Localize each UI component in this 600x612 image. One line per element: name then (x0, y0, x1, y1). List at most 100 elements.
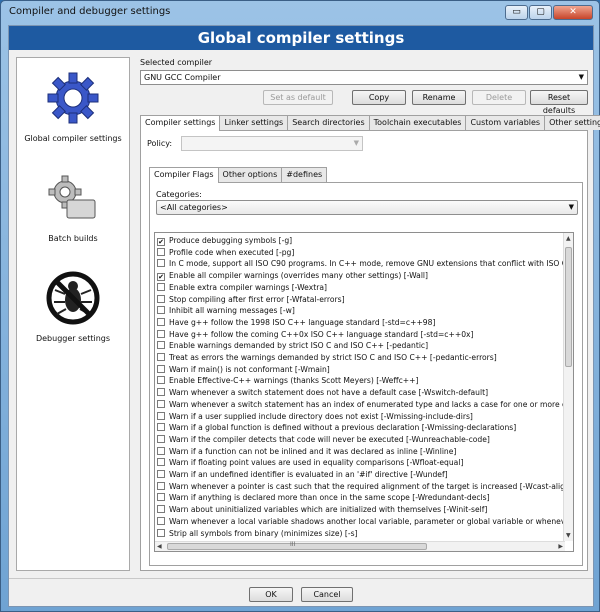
no-bug-icon (46, 271, 100, 325)
flag-row[interactable]: Have g++ follow the coming C++0x ISO C++… (155, 329, 474, 340)
reset-defaults-button[interactable]: Reset defaults (530, 90, 588, 115)
flag-checkbox[interactable] (157, 317, 165, 326)
flag-label: Strip all symbols from binary (minimizes… (169, 528, 358, 538)
flag-row[interactable]: Inhibit all warning messages [-w] (155, 305, 295, 316)
selected-compiler-label: Selected compiler (140, 58, 213, 67)
flag-label: Warn whenever a pointer is cast such tha… (169, 481, 573, 491)
flag-row[interactable]: Have g++ follow the 1998 ISO C++ languag… (155, 317, 435, 328)
tab-defines[interactable]: #defines (281, 167, 328, 182)
flag-row[interactable]: Enable Effective-C++ warnings (thanks Sc… (155, 375, 418, 386)
flag-row[interactable]: Warn whenever a pointer is cast such tha… (155, 481, 573, 492)
flag-row[interactable]: Warn if a function can not be inlined an… (155, 446, 456, 457)
flag-row[interactable]: Warn if a user supplied include director… (155, 411, 473, 422)
set-as-default-button[interactable]: Set as default (263, 90, 333, 105)
flag-row[interactable]: Warn if main() is not conformant [-Wmain… (155, 364, 330, 375)
flag-label: Enable Effective-C++ warnings (thanks Sc… (169, 376, 419, 386)
close-button[interactable]: ✕ (553, 5, 593, 20)
flag-checkbox[interactable] (157, 364, 165, 373)
flag-row[interactable]: Warn if an undefined identifier is evalu… (155, 469, 448, 480)
flag-label: In C mode, support all ISO C90 programs.… (169, 259, 574, 269)
scroll-left-icon[interactable]: ◀ (157, 543, 162, 550)
flag-checkbox[interactable] (157, 411, 165, 420)
flag-checkbox[interactable] (157, 353, 165, 361)
flag-checkbox[interactable] (157, 388, 165, 397)
copy-button[interactable]: Copy (352, 90, 406, 105)
nav-item-global-compiler-settings[interactable]: Global compiler settings (17, 70, 129, 143)
flag-row[interactable]: Warn whenever a switch statement does no… (155, 387, 488, 398)
flag-row[interactable]: Warn if the compiler detects that code w… (155, 434, 490, 445)
flag-checkbox[interactable]: ✔ (157, 238, 165, 246)
flag-checkbox[interactable] (157, 376, 165, 385)
flag-row[interactable]: Strip all symbols from binary (minimizes… (155, 528, 358, 539)
scroll-grip-icon: III (290, 541, 296, 548)
flag-label: Inhibit all warning messages [-w] (169, 306, 295, 316)
flag-checkbox[interactable] (157, 481, 165, 490)
tab-compiler-settings[interactable]: Compiler settings (140, 115, 221, 131)
flag-checkbox[interactable] (157, 329, 165, 338)
flag-checkbox[interactable] (157, 516, 165, 525)
ok-button[interactable]: OK (249, 587, 293, 602)
flag-checkbox[interactable] (157, 306, 165, 315)
flag-label: Warn whenever a switch statement does no… (169, 388, 489, 398)
minimize-button[interactable]: ▭ (505, 5, 528, 20)
flag-row[interactable]: Enable extra compiler warnings [-Wextra] (155, 282, 327, 293)
flag-row[interactable]: Treat as errors the warnings demanded by… (155, 352, 497, 363)
flag-row[interactable]: Warn about uninitialized variables which… (155, 504, 487, 515)
flag-checkbox[interactable] (157, 446, 165, 455)
flag-checkbox[interactable] (157, 505, 165, 514)
flag-row[interactable]: Stop compiling after first error [-Wfata… (155, 294, 345, 305)
title-bar[interactable]: Compiler and debugger settings ▭ ▢ ✕ (1, 1, 599, 25)
rename-button[interactable]: Rename (412, 90, 466, 105)
flag-label: Treat as errors the warnings demanded by… (169, 353, 497, 362)
tab-other-settings[interactable]: Other settings (544, 115, 600, 130)
cancel-button[interactable]: Cancel (301, 587, 353, 602)
flag-checkbox[interactable] (157, 493, 165, 502)
flag-row[interactable]: Enable warnings demanded by strict ISO C… (155, 340, 428, 351)
flag-checkbox[interactable] (157, 423, 165, 432)
tab-compiler-flags[interactable]: Compiler Flags (149, 167, 219, 183)
flag-row[interactable]: Warn if floating point values are used i… (155, 457, 463, 468)
flag-checkbox[interactable] (157, 341, 165, 350)
maximize-button[interactable]: ▢ (529, 5, 552, 20)
flag-row[interactable]: ✔ Enable all compiler warnings (overrides… (155, 270, 428, 282)
flag-checkbox[interactable] (157, 259, 165, 268)
flag-checkbox[interactable] (157, 294, 165, 303)
flag-checkbox[interactable] (157, 247, 165, 256)
flag-checkbox[interactable] (157, 470, 165, 478)
tab-linker-settings[interactable]: Linker settings (219, 115, 289, 130)
scroll-up-icon[interactable]: ▲ (566, 235, 571, 242)
flag-checkbox[interactable]: ✔ (157, 273, 165, 282)
categories-select[interactable]: <All categories> ▼ (156, 200, 578, 215)
nav-item-batch-builds[interactable]: Batch builds (17, 170, 129, 243)
dropdown-arrow-icon: ▼ (568, 203, 574, 211)
horizontal-scroll-thumb[interactable]: III (167, 541, 427, 550)
flag-row[interactable]: ✔ Produce debugging symbols [-g] (155, 235, 292, 246)
horizontal-scrollbar[interactable]: ◀ III ▶ (155, 541, 565, 551)
vertical-scroll-thumb[interactable] (565, 247, 572, 367)
nav-item-debugger-settings[interactable]: Debugger settings (17, 270, 129, 343)
compiler-select[interactable]: GNU GCC Compiler ▼ (140, 70, 588, 85)
tab-custom-variables[interactable]: Custom variables (465, 115, 546, 130)
flag-row[interactable]: Warn whenever a local variable shadows a… (155, 516, 573, 527)
flag-row[interactable]: Profile code when executed [-pg] (155, 247, 294, 258)
policy-select[interactable]: ▼ (181, 136, 363, 151)
flag-checkbox[interactable] (157, 528, 165, 537)
flag-label: Warn if a function can not be inlined an… (169, 446, 457, 456)
tab-search-directories[interactable]: Search directories (287, 115, 370, 130)
flag-row[interactable]: Warn if a global function is defined wit… (155, 422, 516, 433)
vertical-scrollbar[interactable]: ▲ ▼ (563, 233, 573, 541)
flag-checkbox[interactable] (157, 434, 165, 443)
flag-label: Enable warnings demanded by strict ISO C… (169, 341, 429, 351)
flag-row[interactable]: Warn whenever a switch statement has an … (155, 399, 573, 410)
flag-checkbox[interactable] (157, 458, 165, 467)
compiler-flags-list: ✔ Produce debugging symbols [-g] Profile c… (154, 232, 574, 552)
flag-row[interactable]: Warn if anything is declared more than o… (155, 492, 490, 503)
flag-checkbox[interactable] (157, 399, 165, 408)
scroll-right-icon[interactable]: ▶ (558, 543, 563, 550)
tab-toolchain-executables[interactable]: Toolchain executables (368, 115, 467, 130)
delete-button[interactable]: Delete (472, 90, 526, 105)
flag-checkbox[interactable] (157, 282, 165, 291)
scroll-down-icon[interactable]: ▼ (566, 532, 571, 539)
tab-other-options[interactable]: Other options (217, 167, 283, 182)
flag-row[interactable]: In C mode, support all ISO C90 programs.… (155, 258, 573, 269)
